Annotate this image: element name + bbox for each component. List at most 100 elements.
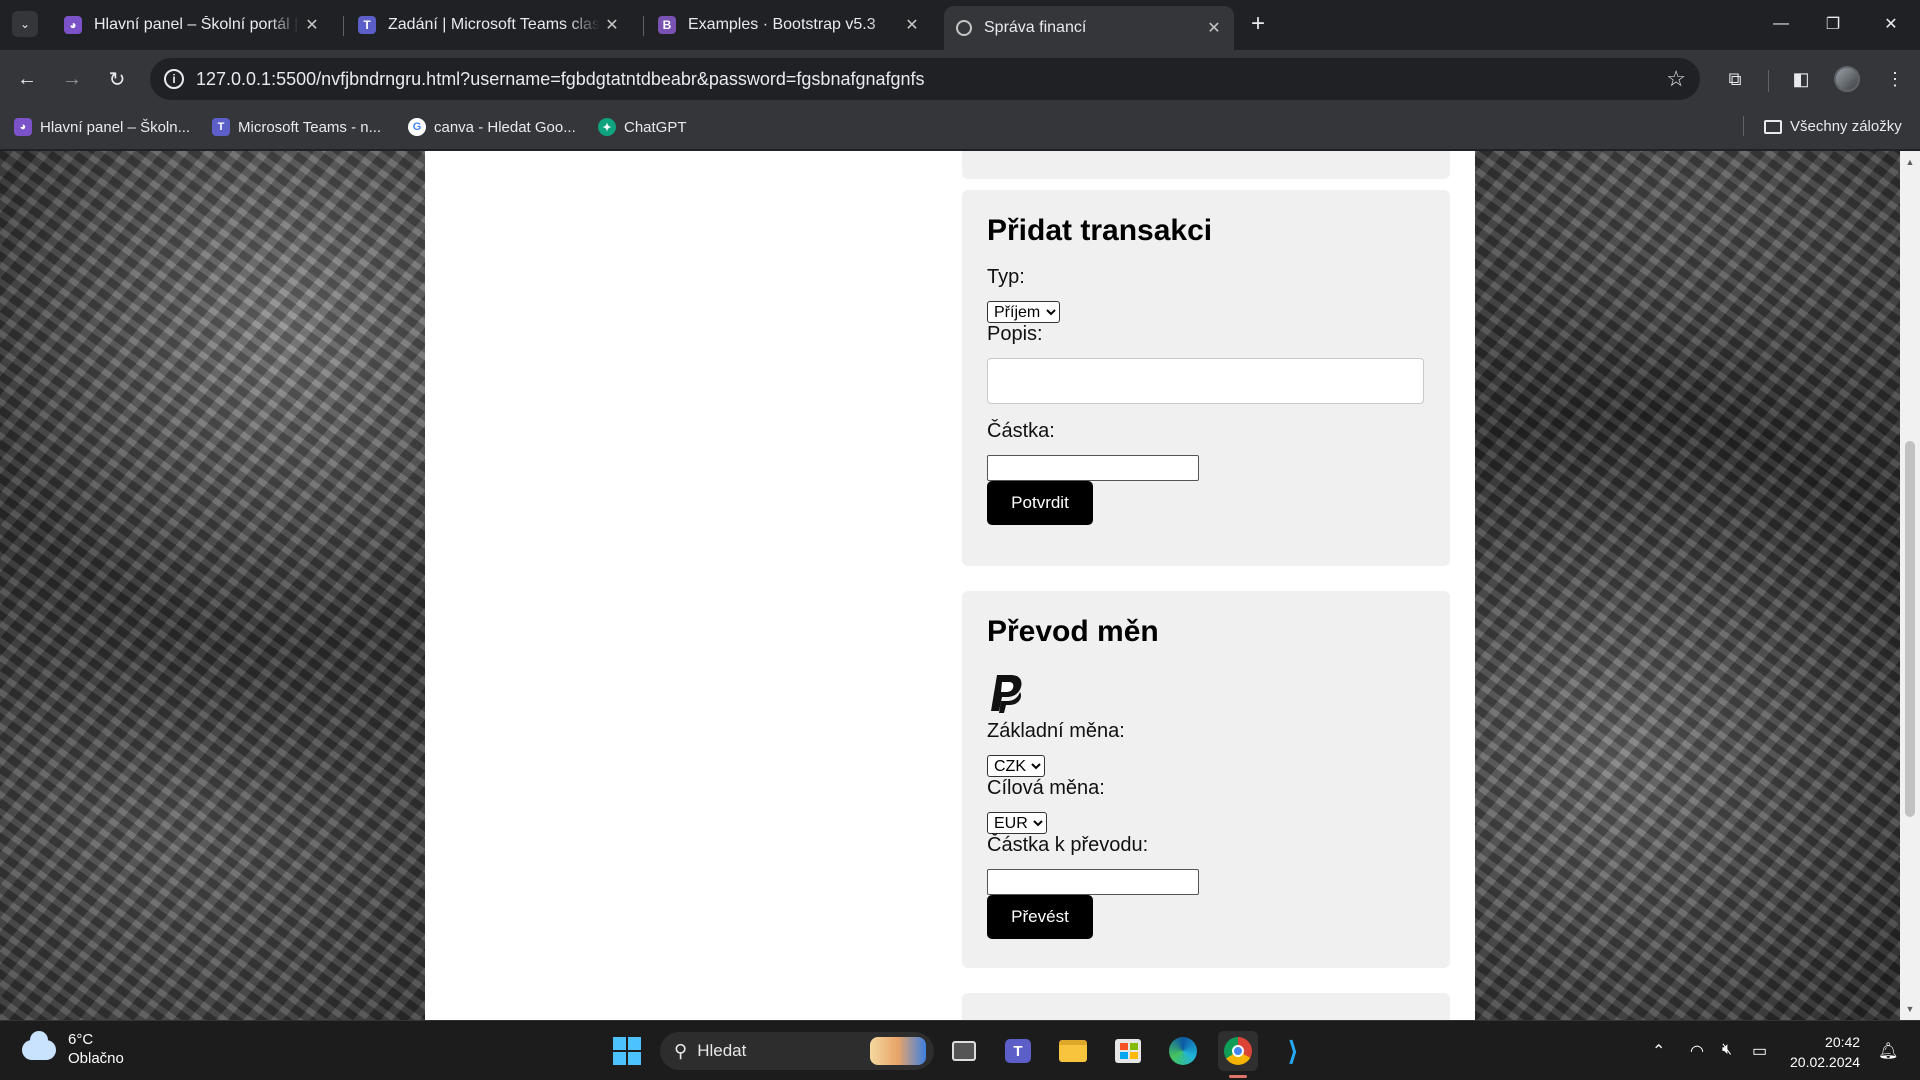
- confirm-button[interactable]: Potvrdit: [987, 481, 1093, 525]
- weather-widget[interactable]: 6°C Oblačno: [22, 1031, 124, 1069]
- address-bar[interactable]: i 127.0.0.1:5500/nvfjbndrngru.html?usern…: [150, 58, 1700, 100]
- vscode-button[interactable]: ⟩: [1273, 1031, 1313, 1071]
- search-placeholder: Hledat: [697, 1041, 747, 1060]
- scrollbar-thumb[interactable]: [1905, 441, 1915, 817]
- tab-search-button[interactable]: ⌄: [12, 11, 38, 37]
- description-label: Popis:: [987, 323, 1043, 345]
- globe-icon: [956, 20, 972, 36]
- clock-date: 20.02.2024: [1790, 1054, 1861, 1070]
- bookmark-chatgpt[interactable]: ✦ ChatGPT: [598, 118, 687, 136]
- url-text[interactable]: 127.0.0.1:5500/nvfjbndrngru.html?usernam…: [196, 69, 925, 90]
- tab-teams[interactable]: T Zadání | Microsoft Teams classic ✕: [346, 8, 632, 42]
- teams-icon: T: [358, 16, 376, 34]
- bootstrap-icon: B: [658, 16, 676, 34]
- battery-icon[interactable]: ▭: [1752, 1041, 1767, 1061]
- conversion-amount-input[interactable]: [987, 869, 1199, 895]
- side-panel-icon[interactable]: ◧: [1786, 64, 1816, 94]
- file-explorer-button[interactable]: [1053, 1031, 1093, 1071]
- teams-icon: T: [212, 118, 230, 136]
- currency-conversion-card: Převod měn Základní měna: CZK Cílová měn…: [962, 591, 1450, 968]
- bookmark-teams[interactable]: T Microsoft Teams - n...: [212, 118, 381, 136]
- scroll-up-arrow-icon[interactable]: ▲: [1905, 157, 1915, 167]
- cloud-icon: [22, 1031, 56, 1060]
- page-scrollbar[interactable]: ▲ ▼: [1900, 151, 1920, 1020]
- bookmarks-bar: ◕ Hlavní panel – Školn... T Microsoft Te…: [0, 108, 1920, 150]
- bookmarks-divider: [1743, 116, 1744, 136]
- menu-icon[interactable]: ⋮: [1880, 64, 1910, 94]
- forward-button[interactable]: →: [57, 64, 87, 94]
- description-input[interactable]: [987, 358, 1424, 404]
- target-currency-select[interactable]: EUR: [987, 812, 1047, 834]
- search-icon: ⚲: [674, 1040, 688, 1061]
- wifi-icon[interactable]: ◠: [1690, 1041, 1704, 1061]
- clock-time: 20:42: [1825, 1034, 1861, 1050]
- google-icon: G: [408, 118, 426, 136]
- base-currency-select[interactable]: CZK: [987, 755, 1045, 777]
- teams-icon: T: [1005, 1039, 1031, 1063]
- weather-temperature: 6°C: [68, 1031, 94, 1048]
- windows-taskbar: 6°C Oblačno ⚲ Hledat T ⟩ ⌃ ◠ 🔇︎ ▭ 20:42 …: [0, 1020, 1920, 1080]
- restore-button[interactable]: ❐: [1810, 8, 1856, 40]
- add-transaction-card: Přidat transakci Typ: Příjem Popis: Část…: [962, 190, 1450, 566]
- tab-bootstrap[interactable]: B Examples · Bootstrap v5.3 ✕: [646, 8, 932, 42]
- tab-skolni-portal[interactable]: ◕ Hlavní panel – Školní portál | htt ✕: [52, 8, 332, 42]
- search-highlight-image: [870, 1037, 926, 1065]
- new-tab-button[interactable]: +: [1244, 10, 1272, 38]
- amount-input[interactable]: [987, 455, 1199, 481]
- scroll-down-arrow-icon[interactable]: ▼: [1905, 1004, 1915, 1014]
- browser-toolbar: ← → ↻ i 127.0.0.1:5500/nvfjbndrngru.html…: [0, 50, 1920, 108]
- base-currency-label: Základní měna:: [987, 720, 1125, 742]
- task-view-button[interactable]: [944, 1031, 984, 1071]
- tab-strip: ⌄ ◕ Hlavní panel – Školní portál | htt ✕…: [0, 0, 1920, 50]
- tab-sprava-financi[interactable]: Správa financí ✕: [944, 6, 1234, 50]
- tab-divider: [643, 16, 644, 36]
- edge-icon: [1169, 1037, 1197, 1065]
- folder-icon: [1764, 119, 1782, 134]
- close-tab-icon[interactable]: ✕: [1202, 18, 1226, 38]
- target-currency-label: Cílová měna:: [987, 777, 1105, 799]
- hidden-icons-chevron-icon[interactable]: ⌃: [1652, 1041, 1665, 1061]
- microsoft-store-button[interactable]: [1108, 1031, 1148, 1071]
- folder-icon: [1059, 1040, 1087, 1062]
- site-info-icon[interactable]: i: [164, 69, 184, 89]
- clock[interactable]: 20:42 20.02.2024: [1790, 1032, 1860, 1072]
- type-select[interactable]: Příjem: [987, 301, 1060, 323]
- vscode-icon: ⟩: [1287, 1035, 1299, 1066]
- chrome-icon: [1224, 1037, 1252, 1065]
- speaker-muted-icon[interactable]: 🔇︎: [1722, 1041, 1732, 1059]
- type-label: Typ:: [987, 266, 1025, 288]
- all-bookmarks[interactable]: Všechny záložky: [1764, 118, 1902, 135]
- close-window-button[interactable]: ✕: [1868, 8, 1914, 40]
- notifications-bell-icon[interactable]: 🔔︎: [1878, 1041, 1898, 1061]
- windows-logo-icon: [613, 1037, 641, 1065]
- close-tab-icon[interactable]: ✕: [900, 15, 924, 35]
- purple-mascot-icon: ◕: [64, 16, 82, 34]
- store-icon: [1115, 1039, 1141, 1063]
- taskbar-search[interactable]: ⚲ Hledat: [660, 1032, 934, 1070]
- bookmark-canva-google[interactable]: G canva - Hledat Goo...: [408, 118, 576, 136]
- chatgpt-icon: ✦: [598, 118, 616, 136]
- convert-button[interactable]: Převést: [987, 895, 1093, 939]
- chrome-button[interactable]: [1218, 1031, 1258, 1071]
- start-button[interactable]: [607, 1031, 647, 1071]
- bookmark-skolni-portal[interactable]: ◕ Hlavní panel – Školn...: [14, 118, 190, 136]
- amount-label: Částka:: [987, 420, 1055, 442]
- paypal-icon: [991, 675, 1022, 713]
- purple-mascot-icon: ◕: [14, 118, 32, 136]
- bookmark-star-icon[interactable]: ☆: [1666, 66, 1686, 92]
- minimize-button[interactable]: —: [1758, 8, 1804, 40]
- currency-conversion-title: Převod měn: [987, 615, 1159, 648]
- task-view-icon: [952, 1041, 976, 1061]
- back-button[interactable]: ←: [12, 64, 42, 94]
- previous-section-card: [962, 151, 1450, 179]
- conversion-amount-label: Částka k převodu:: [987, 834, 1149, 856]
- extensions-icon[interactable]: ⧉: [1720, 64, 1750, 94]
- edge-button[interactable]: [1163, 1031, 1203, 1071]
- teams-taskbar-button[interactable]: T: [998, 1031, 1038, 1071]
- profile-avatar[interactable]: [1834, 66, 1860, 92]
- reload-button[interactable]: ↻: [102, 64, 132, 94]
- weather-description: Oblačno: [68, 1050, 124, 1067]
- close-tab-icon[interactable]: ✕: [300, 15, 324, 35]
- tab-divider: [343, 16, 344, 36]
- close-tab-icon[interactable]: ✕: [600, 15, 624, 35]
